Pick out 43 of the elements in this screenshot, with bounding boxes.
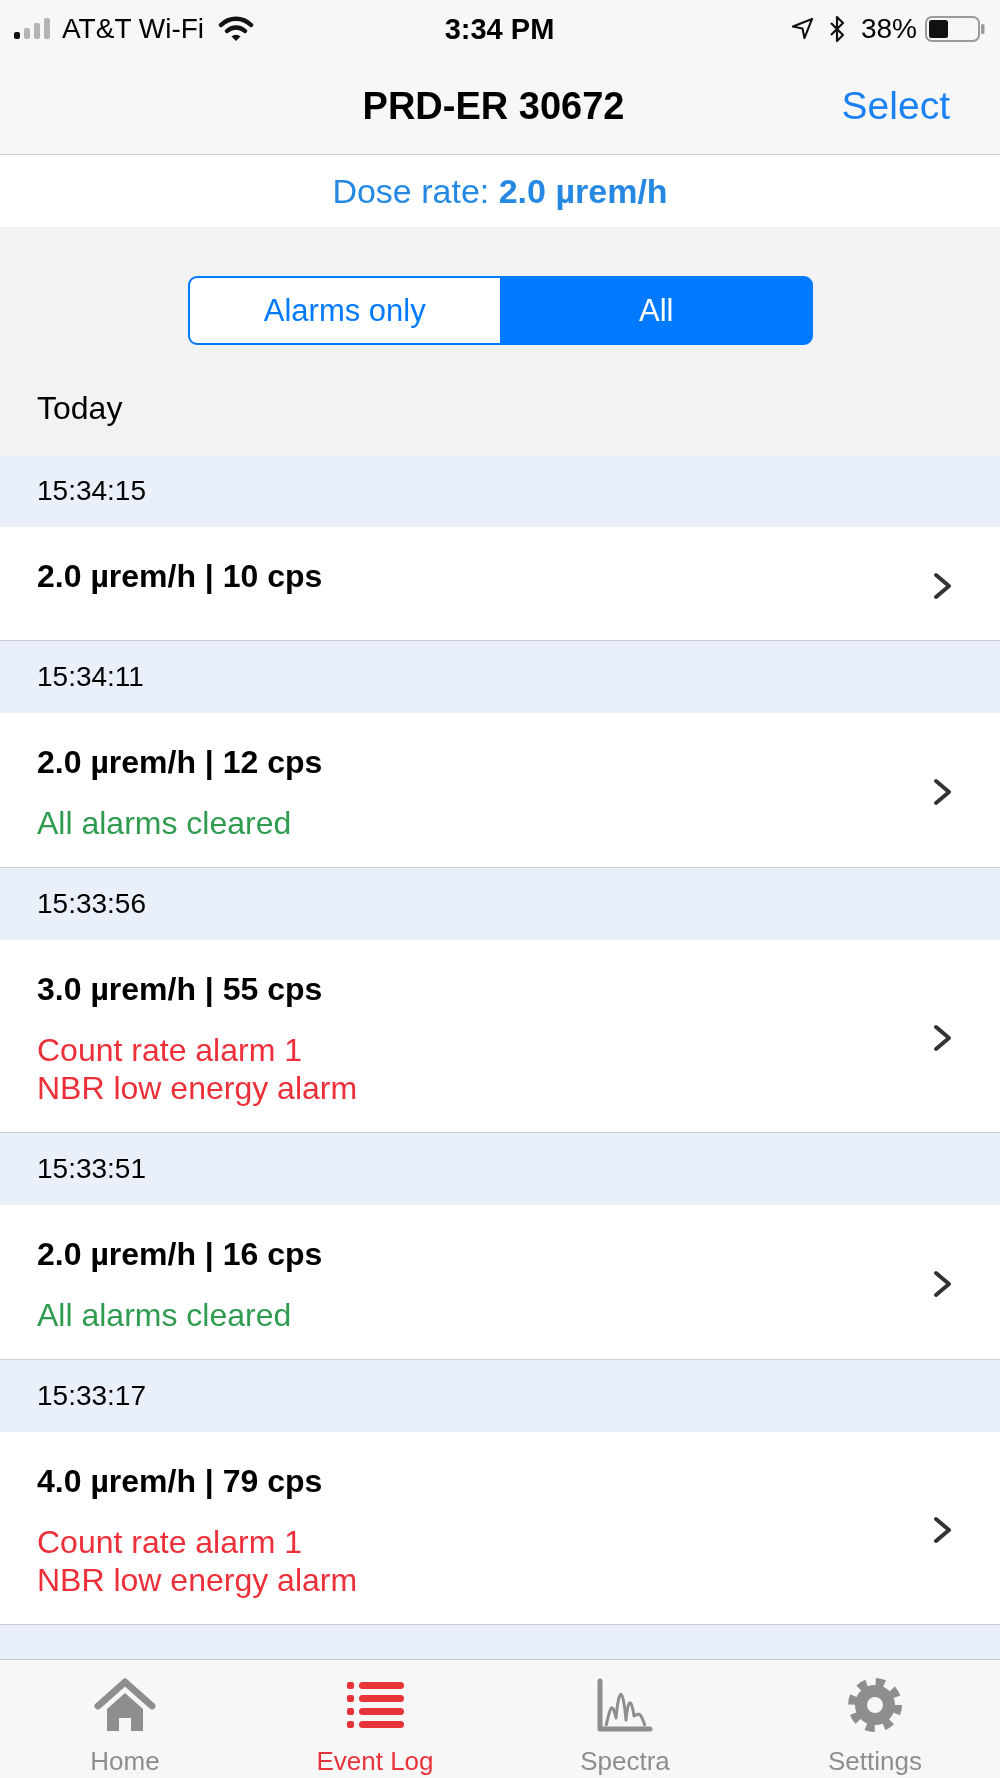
location-arrow-icon	[790, 17, 814, 40]
bluetooth-icon	[828, 14, 845, 43]
list-icon	[346, 1682, 404, 1728]
event-reading: 2.0 µrem/h | 12 cps	[37, 743, 323, 782]
carrier-name: AT&T Wi-Fi	[62, 11, 205, 46]
tab-item[interactable]: Home	[90, 1660, 160, 1778]
event-message: Count rate alarm 1	[37, 1523, 302, 1561]
battery-percent: 38%	[860, 11, 917, 46]
chevron-right-icon	[933, 1270, 952, 1298]
event-message: NBR low energy alarm	[37, 1561, 358, 1599]
home-icon	[94, 1678, 156, 1733]
tab-item[interactable]: Spectra	[580, 1660, 670, 1778]
battery-icon	[925, 15, 985, 42]
event-message: NBR low energy alarm	[37, 1069, 358, 1107]
signal-icon	[14, 18, 52, 39]
device-title: PRD-ER 30672	[362, 83, 625, 129]
wifi-icon	[218, 15, 255, 42]
event-message: All alarms cleared	[37, 804, 292, 842]
tab-item[interactable]: Settings	[828, 1660, 922, 1778]
dose-rate-text: Dose rate: 2.0 µrem/h	[332, 171, 668, 212]
settings-icon	[848, 1678, 902, 1732]
event-reading: 3.0 µrem/h | 55 cps	[37, 970, 323, 1009]
event-reading: 2.0 µrem/h | 10 cps	[37, 557, 323, 596]
time-header: 15:33:51	[0, 1133, 1000, 1205]
time-header: 15:34:11	[0, 641, 1000, 713]
tab-item[interactable]: Event Log	[316, 1660, 434, 1778]
time-header: 15:33:17	[0, 1360, 1000, 1432]
spectrum-chart-icon	[597, 1678, 653, 1732]
clock-time: 3:34 PM	[444, 11, 555, 46]
event-reading: 2.0 µrem/h | 16 cps	[37, 1235, 323, 1274]
filter-segment[interactable]: All	[499, 276, 813, 345]
event-message: All alarms cleared	[37, 1296, 292, 1334]
event-message: Count rate alarm 1	[37, 1031, 302, 1069]
filter-segment[interactable]: Alarms only	[188, 276, 502, 345]
select-button[interactable]: Select	[841, 82, 950, 129]
time-header: 15:34:15	[0, 455, 1000, 527]
section-title: Today	[37, 389, 123, 427]
chevron-right-icon	[933, 1024, 952, 1052]
event-reading: 4.0 µrem/h | 79 cps	[37, 1462, 323, 1501]
chevron-right-icon	[933, 778, 952, 806]
chevron-right-icon	[933, 1516, 952, 1544]
chevron-right-icon	[933, 571, 952, 600]
time-header: 15:33:56	[0, 868, 1000, 940]
